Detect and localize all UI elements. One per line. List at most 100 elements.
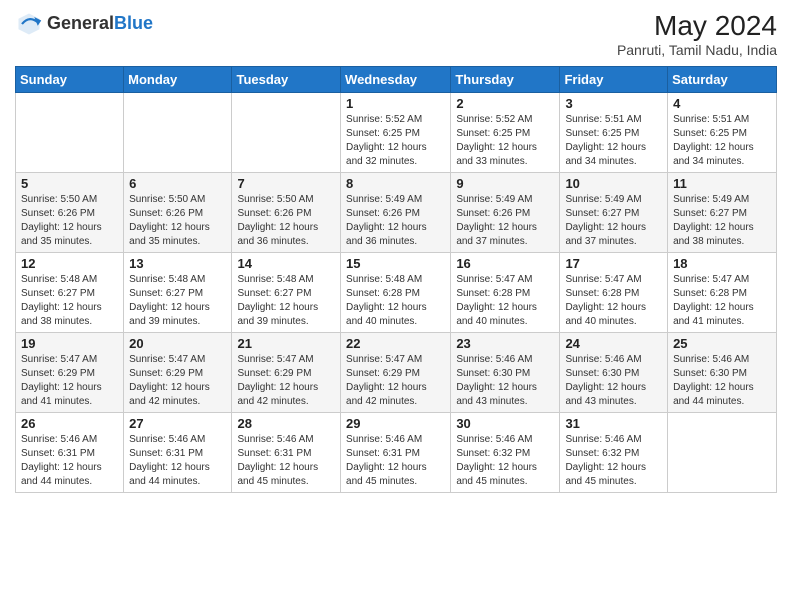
day-number: 4 [673, 96, 771, 111]
calendar-cell-w3-d6: 18 Sunrise: 5:47 AM Sunset: 6:28 PM Dayli… [668, 253, 777, 333]
day-info: Sunrise: 5:46 AM Sunset: 6:32 PM Dayligh… [456, 433, 554, 489]
calendar-cell-w3-d0: 12 Sunrise: 5:48 AM Sunset: 6:27 PM Dayli… [16, 253, 124, 333]
calendar-cell-w5-d1: 27 Sunrise: 5:46 AM Sunset: 6:31 PM Dayli… [124, 413, 232, 493]
day-number: 22 [346, 336, 445, 351]
day-number: 25 [673, 336, 771, 351]
day-number: 16 [456, 256, 554, 271]
logo: GeneralBlue [15, 10, 153, 38]
header: GeneralBlue May 2024 Panruti, Tamil Nadu… [15, 10, 777, 58]
calendar-cell-w5-d4: 30 Sunrise: 5:46 AM Sunset: 6:32 PM Dayli… [451, 413, 560, 493]
day-number: 31 [565, 416, 662, 431]
col-thursday: Thursday [451, 67, 560, 93]
day-number: 26 [21, 416, 118, 431]
day-info: Sunrise: 5:46 AM Sunset: 6:30 PM Dayligh… [565, 353, 662, 409]
calendar-cell-w1-d3: 1 Sunrise: 5:52 AM Sunset: 6:25 PM Daylig… [341, 93, 451, 173]
col-sunday: Sunday [16, 67, 124, 93]
day-number: 18 [673, 256, 771, 271]
day-number: 10 [565, 176, 662, 191]
day-info: Sunrise: 5:50 AM Sunset: 6:26 PM Dayligh… [237, 193, 335, 249]
day-number: 5 [21, 176, 118, 191]
day-number: 14 [237, 256, 335, 271]
day-number: 23 [456, 336, 554, 351]
calendar-cell-w5-d6 [668, 413, 777, 493]
calendar-cell-w4-d4: 23 Sunrise: 5:46 AM Sunset: 6:30 PM Dayli… [451, 333, 560, 413]
day-info: Sunrise: 5:48 AM Sunset: 6:28 PM Dayligh… [346, 273, 445, 329]
day-info: Sunrise: 5:50 AM Sunset: 6:26 PM Dayligh… [21, 193, 118, 249]
day-info: Sunrise: 5:50 AM Sunset: 6:26 PM Dayligh… [129, 193, 226, 249]
day-info: Sunrise: 5:48 AM Sunset: 6:27 PM Dayligh… [21, 273, 118, 329]
calendar-table: Sunday Monday Tuesday Wednesday Thursday… [15, 66, 777, 493]
day-number: 1 [346, 96, 445, 111]
calendar-cell-w2-d3: 8 Sunrise: 5:49 AM Sunset: 6:26 PM Daylig… [341, 173, 451, 253]
calendar-cell-w1-d2 [232, 93, 341, 173]
calendar-header-row: Sunday Monday Tuesday Wednesday Thursday… [16, 67, 777, 93]
col-tuesday: Tuesday [232, 67, 341, 93]
col-saturday: Saturday [668, 67, 777, 93]
day-number: 9 [456, 176, 554, 191]
page: GeneralBlue May 2024 Panruti, Tamil Nadu… [0, 0, 792, 612]
calendar-cell-w5-d2: 28Sunrise: 5:46 AM Sunset: 6:31 PM Dayli… [232, 413, 341, 493]
day-number: 30 [456, 416, 554, 431]
calendar-cell-w3-d5: 17 Sunrise: 5:47 AM Sunset: 6:28 PM Dayli… [560, 253, 668, 333]
day-info: Sunrise: 5:46 AM Sunset: 6:31 PM Dayligh… [21, 433, 118, 489]
day-number: 29 [346, 416, 445, 431]
day-info: Sunrise: 5:49 AM Sunset: 6:26 PM Dayligh… [346, 193, 445, 249]
day-number: 17 [565, 256, 662, 271]
day-info: Sunrise: 5:46 AM Sunset: 6:31 PM Dayligh… [237, 433, 335, 489]
week-row-3: 12 Sunrise: 5:48 AM Sunset: 6:27 PM Dayli… [16, 253, 777, 333]
day-info: Sunrise: 5:46 AM Sunset: 6:30 PM Dayligh… [456, 353, 554, 409]
day-number: 13 [129, 256, 226, 271]
day-info: Sunrise: 5:46 AM Sunset: 6:32 PM Dayligh… [565, 433, 662, 489]
calendar-cell-w3-d3: 15 Sunrise: 5:48 AM Sunset: 6:28 PM Dayli… [341, 253, 451, 333]
col-wednesday: Wednesday [341, 67, 451, 93]
day-number: 11 [673, 176, 771, 191]
day-number: 7 [237, 176, 335, 191]
week-row-1: 1 Sunrise: 5:52 AM Sunset: 6:25 PM Daylig… [16, 93, 777, 173]
day-info: Sunrise: 5:48 AM Sunset: 6:27 PM Dayligh… [237, 273, 335, 329]
day-number: 27 [129, 416, 226, 431]
day-number: 24 [565, 336, 662, 351]
logo-icon [15, 10, 43, 38]
day-info: Sunrise: 5:51 AM Sunset: 6:25 PM Dayligh… [565, 113, 662, 169]
day-number: 8 [346, 176, 445, 191]
calendar-cell-w4-d3: 22 Sunrise: 5:47 AM Sunset: 6:29 PM Dayli… [341, 333, 451, 413]
calendar-cell-w2-d5: 10 Sunrise: 5:49 AM Sunset: 6:27 PM Dayli… [560, 173, 668, 253]
calendar-cell-w2-d4: 9Sunrise: 5:49 AM Sunset: 6:26 PM Daylig… [451, 173, 560, 253]
calendar-cell-w2-d0: 5 Sunrise: 5:50 AM Sunset: 6:26 PM Daylig… [16, 173, 124, 253]
calendar-cell-w4-d1: 20Sunrise: 5:47 AM Sunset: 6:29 PM Dayli… [124, 333, 232, 413]
day-info: Sunrise: 5:52 AM Sunset: 6:25 PM Dayligh… [346, 113, 445, 169]
calendar-cell-w1-d5: 3Sunrise: 5:51 AM Sunset: 6:25 PM Daylig… [560, 93, 668, 173]
calendar-cell-w5-d3: 29 Sunrise: 5:46 AM Sunset: 6:31 PM Dayli… [341, 413, 451, 493]
calendar-cell-w2-d2: 7 Sunrise: 5:50 AM Sunset: 6:26 PM Daylig… [232, 173, 341, 253]
day-info: Sunrise: 5:46 AM Sunset: 6:31 PM Dayligh… [129, 433, 226, 489]
col-monday: Monday [124, 67, 232, 93]
day-number: 19 [21, 336, 118, 351]
day-number: 6 [129, 176, 226, 191]
calendar-cell-w3-d2: 14 Sunrise: 5:48 AM Sunset: 6:27 PM Dayli… [232, 253, 341, 333]
day-info: Sunrise: 5:49 AM Sunset: 6:27 PM Dayligh… [673, 193, 771, 249]
week-row-4: 19 Sunrise: 5:47 AM Sunset: 6:29 PM Dayli… [16, 333, 777, 413]
day-info: Sunrise: 5:51 AM Sunset: 6:25 PM Dayligh… [673, 113, 771, 169]
calendar-cell-w1-d4: 2 Sunrise: 5:52 AM Sunset: 6:25 PM Daylig… [451, 93, 560, 173]
day-number: 15 [346, 256, 445, 271]
week-row-5: 26 Sunrise: 5:46 AM Sunset: 6:31 PM Dayli… [16, 413, 777, 493]
day-info: Sunrise: 5:52 AM Sunset: 6:25 PM Dayligh… [456, 113, 554, 169]
day-info: Sunrise: 5:46 AM Sunset: 6:31 PM Dayligh… [346, 433, 445, 489]
day-number: 12 [21, 256, 118, 271]
calendar-cell-w4-d2: 21Sunrise: 5:47 AM Sunset: 6:29 PM Dayli… [232, 333, 341, 413]
day-info: Sunrise: 5:47 AM Sunset: 6:28 PM Dayligh… [456, 273, 554, 329]
logo-text: GeneralBlue [47, 14, 153, 34]
logo-general: General [47, 14, 114, 34]
day-info: Sunrise: 5:49 AM Sunset: 6:27 PM Dayligh… [565, 193, 662, 249]
day-info: Sunrise: 5:47 AM Sunset: 6:29 PM Dayligh… [346, 353, 445, 409]
calendar-cell-w1-d1 [124, 93, 232, 173]
day-number: 20 [129, 336, 226, 351]
day-info: Sunrise: 5:47 AM Sunset: 6:29 PM Dayligh… [237, 353, 335, 409]
day-info: Sunrise: 5:46 AM Sunset: 6:30 PM Dayligh… [673, 353, 771, 409]
calendar-cell-w5-d0: 26 Sunrise: 5:46 AM Sunset: 6:31 PM Dayli… [16, 413, 124, 493]
day-number: 2 [456, 96, 554, 111]
day-info: Sunrise: 5:47 AM Sunset: 6:28 PM Dayligh… [673, 273, 771, 329]
logo-blue: Blue [114, 14, 153, 34]
day-info: Sunrise: 5:47 AM Sunset: 6:28 PM Dayligh… [565, 273, 662, 329]
calendar-cell-w1-d0 [16, 93, 124, 173]
